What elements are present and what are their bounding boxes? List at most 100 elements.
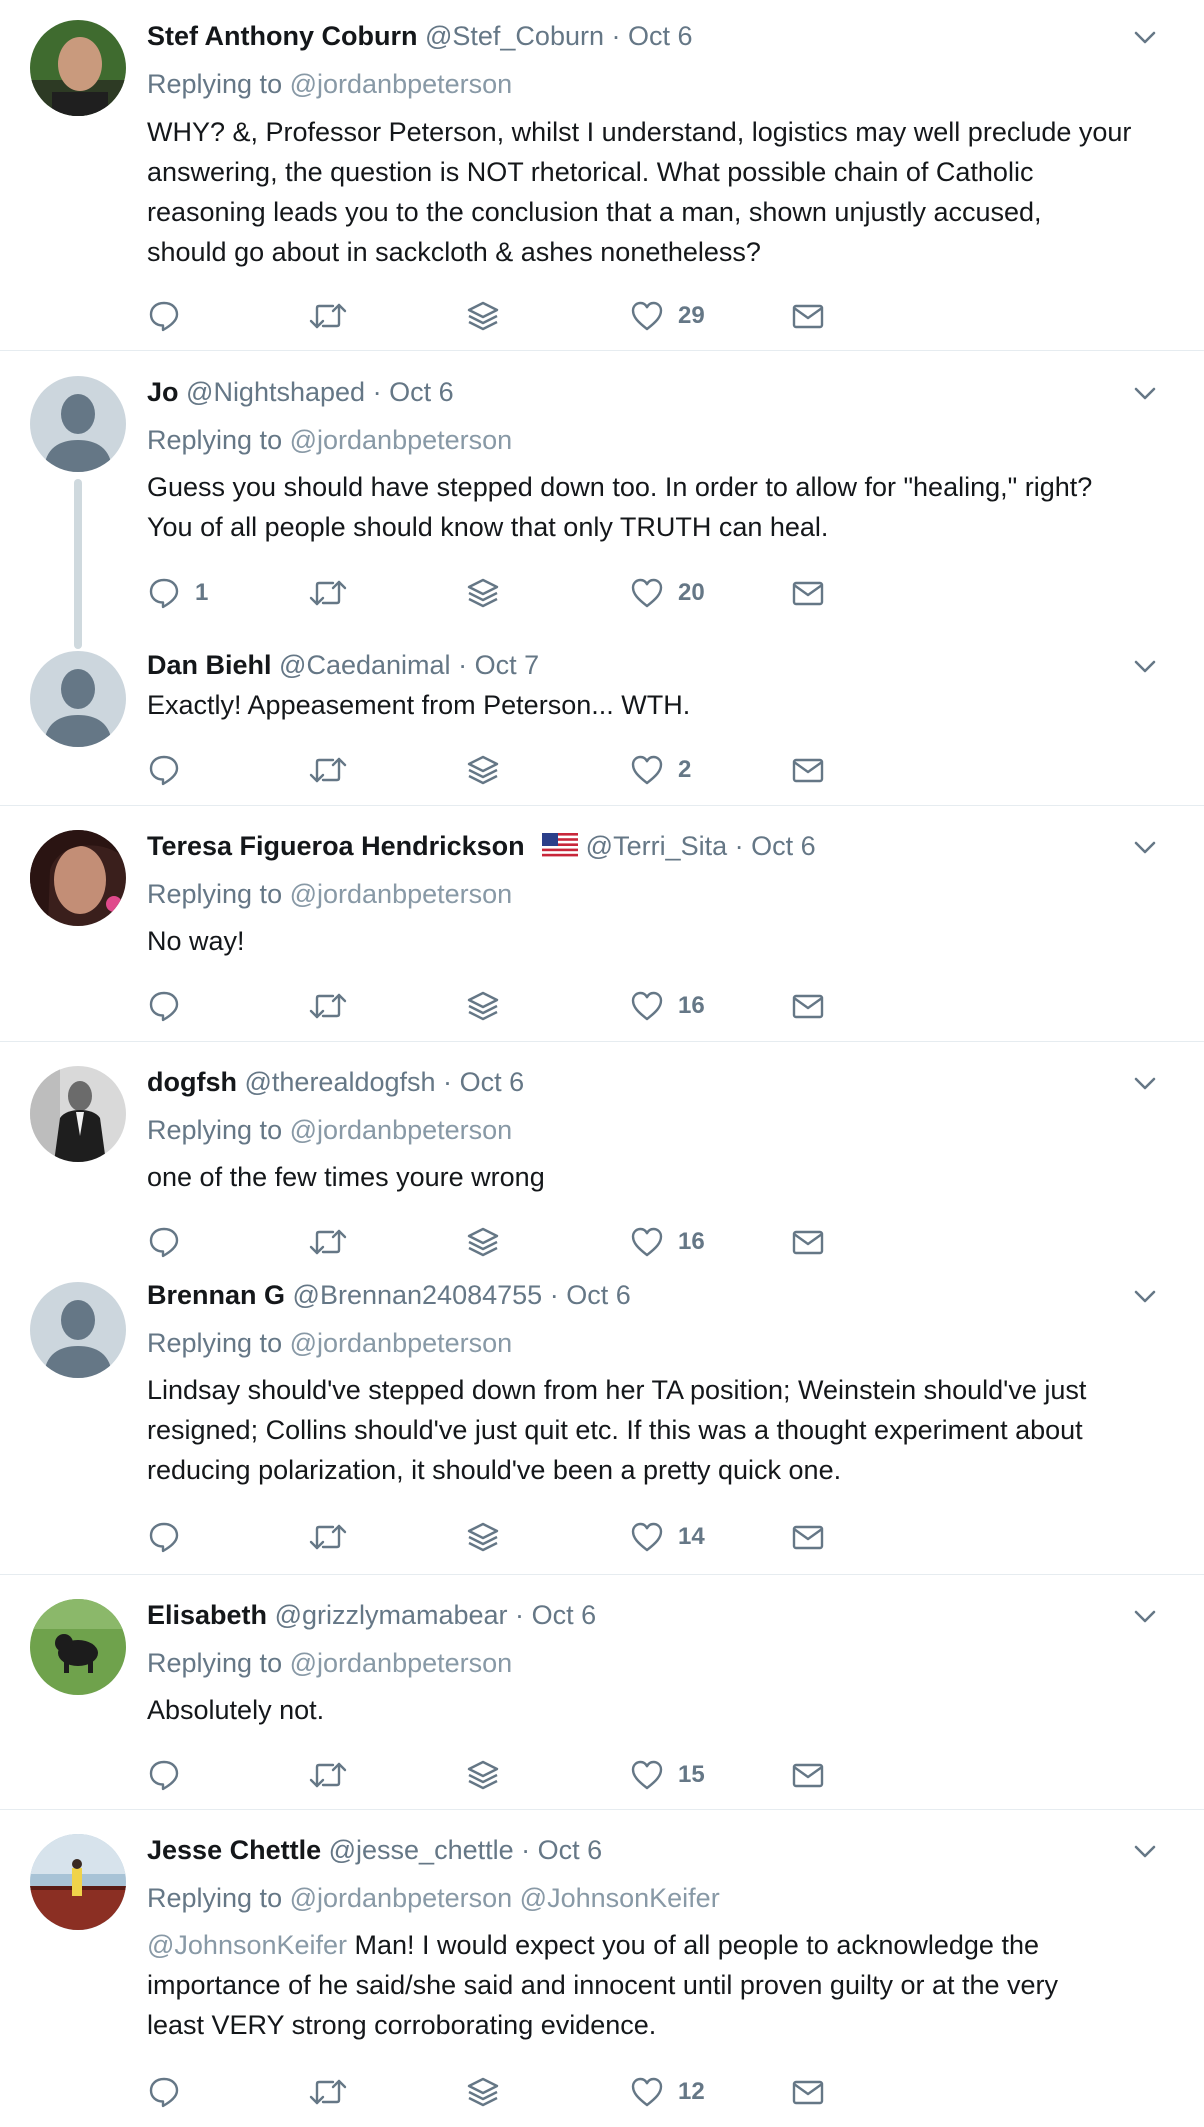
reply-button[interactable] [147,1755,195,1795]
like-button[interactable]: 16 [630,986,705,1026]
replying-to-mention[interactable]: @jordanbpeterson @JohnsonKeifer [290,1883,720,1913]
tweet-item[interactable]: Jesse Chettle @jesse_chettle · Oct 6 Rep… [0,1810,1204,2127]
message-button[interactable] [791,986,825,1026]
author-name[interactable]: Jo [147,377,179,407]
tweet-date[interactable]: Oct 7 [475,650,540,680]
body-mention[interactable]: @JohnsonKeifer [147,1930,347,1960]
author-name[interactable]: Dan Biehl [147,650,272,680]
tweet-item[interactable]: dogfsh @therealdogfsh · Oct 6 Replying t… [0,1042,1204,1277]
retweet-button[interactable] [309,296,347,336]
chevron-down-icon[interactable] [1130,651,1160,681]
avatar[interactable] [30,376,126,472]
avatar[interactable] [30,830,126,926]
retweet-button[interactable] [309,1517,347,1557]
chevron-down-icon[interactable] [1130,832,1160,862]
message-button[interactable] [791,750,825,790]
tweet-item[interactable]: Jo @Nightshaped · Oct 6 Replying to @jor… [0,351,1204,651]
replying-to-mention[interactable]: @jordanbpeterson [290,1648,513,1678]
replying-to-mention[interactable]: @jordanbpeterson [290,69,513,99]
like-button[interactable]: 20 [630,573,705,613]
author-name[interactable]: dogfsh [147,1067,237,1097]
reply-button[interactable] [147,296,195,336]
tweet-date[interactable]: Oct 6 [532,1600,597,1630]
replying-to-mention[interactable]: @jordanbpeterson [290,1328,513,1358]
tweet-date[interactable]: Oct 6 [751,831,816,861]
tweet-item[interactable]: Teresa Figueroa Hendrickson @Terri_Sita … [0,806,1204,1041]
retweet-button[interactable] [309,573,347,613]
like-button[interactable]: 16 [630,1222,705,1262]
author-name[interactable]: Jesse Chettle [147,1835,321,1865]
stack-button[interactable] [466,1755,500,1795]
author-name[interactable]: Stef Anthony Coburn [147,21,417,51]
reply-button[interactable]: 1 [147,573,208,613]
like-button[interactable]: 29 [630,296,705,336]
stack-button[interactable] [466,750,500,790]
author-name[interactable]: Teresa Figueroa Hendrickson [147,831,525,861]
tweet-item[interactable]: Stef Anthony Coburn @Stef_Coburn · Oct 6… [0,0,1204,350]
tweet-date[interactable]: Oct 6 [566,1280,631,1310]
replying-to-mention[interactable]: @jordanbpeterson [290,425,513,455]
chevron-down-icon[interactable] [1130,378,1160,408]
author-handle[interactable]: @Caedanimal [279,650,451,680]
author-handle[interactable]: @Nightshaped [186,377,365,407]
like-count: 20 [678,579,705,606]
replying-to-mention[interactable]: @jordanbpeterson [290,1115,513,1145]
avatar[interactable] [30,1599,126,1695]
chevron-down-icon[interactable] [1130,1836,1160,1866]
like-button[interactable]: 14 [630,1517,705,1557]
replying-to-line: Replying to @jordanbpeterson [147,1645,512,1681]
message-button[interactable] [791,1222,825,1262]
reply-button[interactable] [147,1517,195,1557]
author-handle[interactable]: @Stef_Coburn [425,21,604,51]
chevron-down-icon[interactable] [1130,22,1160,52]
message-button[interactable] [791,1755,825,1795]
avatar[interactable] [30,1834,126,1930]
tweet-date[interactable]: Oct 6 [628,21,693,51]
author-name[interactable]: Elisabeth [147,1600,267,1630]
tweet-item[interactable]: Elisabeth @grizzlymamabear · Oct 6 Reply… [0,1575,1204,1809]
reply-button[interactable] [147,986,195,1026]
author-handle[interactable]: @therealdogfsh [245,1067,436,1097]
chevron-down-icon[interactable] [1130,1281,1160,1311]
reply-button[interactable] [147,1222,195,1262]
stack-button[interactable] [466,1222,500,1262]
retweet-button[interactable] [309,1755,347,1795]
tweet-text: @JohnsonKeifer Man! I would expect you o… [147,1925,1167,2045]
avatar[interactable] [30,20,126,116]
stack-button[interactable] [466,573,500,613]
like-button[interactable]: 12 [630,2072,705,2112]
stack-button[interactable] [466,2072,500,2112]
author-handle[interactable]: @grizzlymamabear [275,1600,508,1630]
author-handle[interactable]: @Terri_Sita [586,831,727,861]
like-button[interactable]: 15 [630,1755,705,1795]
retweet-button[interactable] [309,1222,347,1262]
stack-button[interactable] [466,986,500,1026]
tweet-date[interactable]: Oct 6 [460,1067,525,1097]
tweet-actions: 15 [147,1755,847,1795]
retweet-button[interactable] [309,2072,347,2112]
tweet-item[interactable]: Dan Biehl @Caedanimal · Oct 7 Exactly! A… [0,650,1204,805]
avatar[interactable] [30,1066,126,1162]
chevron-down-icon[interactable] [1130,1068,1160,1098]
tweet-date[interactable]: Oct 6 [538,1835,603,1865]
author-handle[interactable]: @jesse_chettle [329,1835,514,1865]
reply-button[interactable] [147,2072,195,2112]
author-handle[interactable]: @Brennan24084755 [293,1280,543,1310]
avatar[interactable] [30,1282,126,1378]
message-button[interactable] [791,296,825,336]
retweet-button[interactable] [309,986,347,1026]
replying-to-mention[interactable]: @jordanbpeterson [290,879,513,909]
author-name[interactable]: Brennan G [147,1280,285,1310]
message-button[interactable] [791,1517,825,1557]
stack-button[interactable] [466,1517,500,1557]
retweet-button[interactable] [309,750,347,790]
like-button[interactable]: 2 [630,750,691,790]
stack-button[interactable] [466,296,500,336]
reply-button[interactable] [147,750,195,790]
avatar[interactable] [30,651,126,747]
message-button[interactable] [791,573,825,613]
tweet-date[interactable]: Oct 6 [389,377,454,407]
chevron-down-icon[interactable] [1130,1601,1160,1631]
tweet-item[interactable]: Brennan G @Brennan24084755 · Oct 6 Reply… [0,1277,1204,1574]
message-button[interactable] [791,2072,825,2112]
